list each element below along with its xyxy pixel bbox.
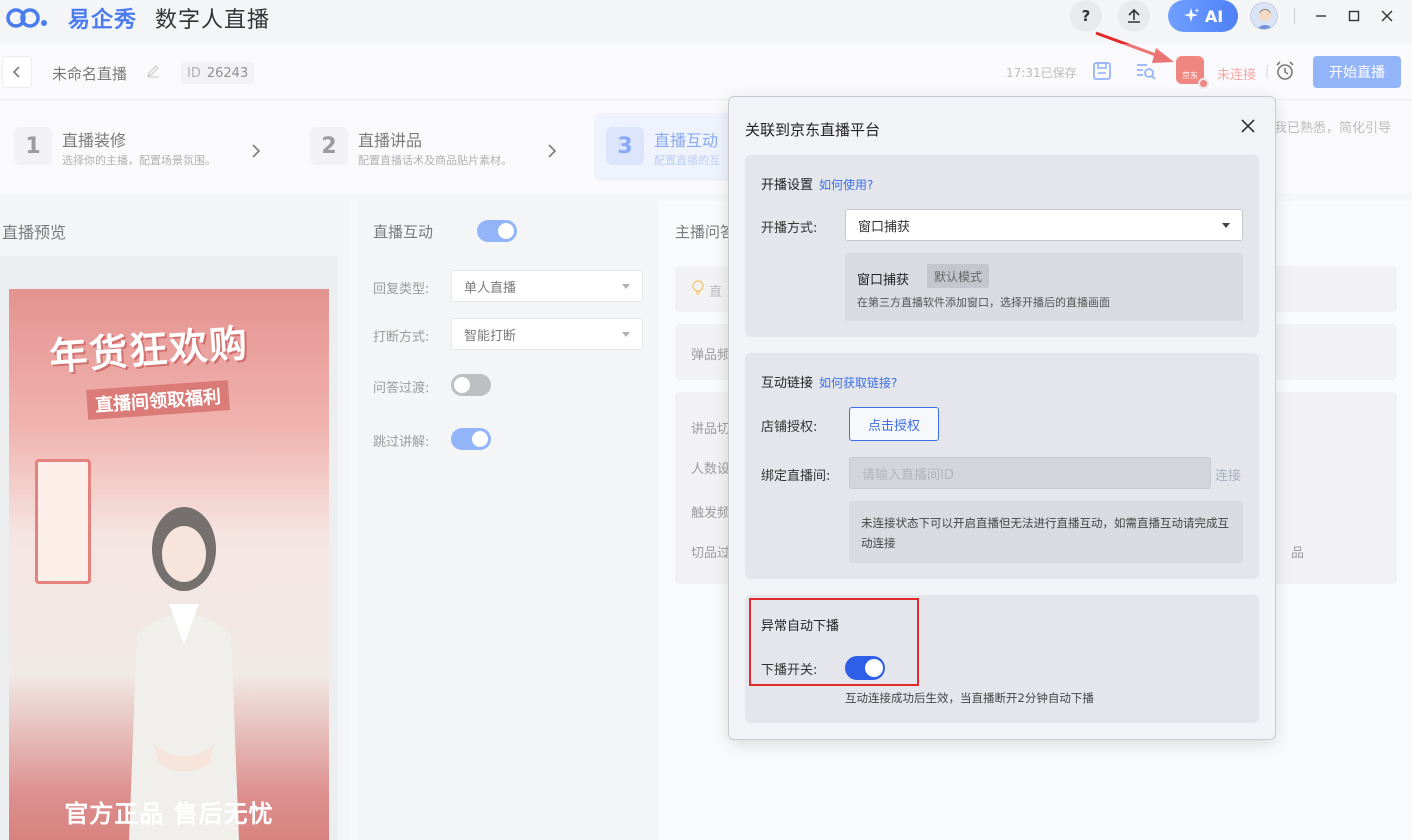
room-id-input[interactable]: 请输入直播间ID	[849, 457, 1211, 489]
upload-button[interactable]	[1118, 0, 1150, 32]
default-mode-tag: 默认模式	[927, 264, 990, 288]
product-name: 数字人直播	[155, 8, 271, 33]
section-heading: 开播设置 如何使用?	[761, 174, 873, 193]
interaction-link-heading: 互动链接	[761, 376, 814, 391]
app-logo: 易企秀 数字人直播	[6, 4, 271, 33]
highlight-frame	[749, 598, 919, 686]
mode-info-box: 窗口捕获 默认模式 在第三方直播软件添加窗口，选择开播后的直播画面	[845, 253, 1243, 321]
authorize-button[interactable]: 点击授权	[849, 407, 939, 441]
brand-logo-icon	[6, 8, 47, 28]
sparkle-icon	[1183, 8, 1200, 22]
how-to-get-link[interactable]: 如何获取链接?	[819, 376, 897, 390]
maximize-button[interactable]	[1343, 6, 1365, 26]
brand-name: 易企秀	[68, 8, 138, 33]
minimize-button[interactable]	[1310, 6, 1332, 26]
help-button[interactable]: ?	[1070, 0, 1102, 32]
shop-auth-label: 店铺授权:	[761, 420, 818, 435]
bind-room-label: 绑定直播间:	[761, 469, 831, 484]
ai-label: AI	[1204, 6, 1224, 26]
close-window-button[interactable]	[1376, 6, 1398, 26]
user-avatar[interactable]	[1250, 2, 1278, 30]
connect-button[interactable]: 连接	[1215, 465, 1241, 484]
minimize-icon	[1316, 15, 1326, 17]
interaction-link-section: 互动链接 如何获取链接? 店铺授权: 点击授权 绑定直播间: 请输入直播间ID 连…	[745, 353, 1259, 579]
chevron-down-icon	[1222, 223, 1230, 228]
upload-icon	[1128, 8, 1140, 23]
section-heading: 互动链接 如何获取链接?	[761, 372, 897, 391]
auto-offline-note: 互动连接成功后生效，当直播断开2分钟自动下播	[845, 691, 1094, 705]
close-icon[interactable]	[1239, 117, 1257, 135]
maximize-icon	[1348, 10, 1360, 22]
help-icon: ?	[1081, 7, 1091, 25]
how-to-use-link[interactable]: 如何使用?	[819, 178, 873, 192]
start-settings-section: 开播设置 如何使用? 开播方式: 窗口捕获 窗口捕获 默认模式 在第三方直播软件添…	[745, 155, 1259, 337]
mode-info-description: 在第三方直播软件添加窗口，选择开播后的直播画面	[857, 296, 1110, 309]
mode-info-name: 窗口捕获	[857, 273, 910, 288]
close-icon	[1381, 10, 1393, 22]
connection-warning: 未连接状态下可以开启直播但无法进行直播互动，如需直播互动请完成互动连接	[849, 501, 1243, 563]
start-mode-value: 窗口捕获	[858, 219, 911, 235]
title-bar: 易企秀 数字人直播 ? AI	[0, 0, 1412, 44]
ai-button[interactable]: AI	[1168, 0, 1238, 32]
start-mode-label: 开播方式:	[761, 221, 818, 236]
titlebar-divider	[1294, 8, 1295, 24]
start-settings-heading: 开播设置	[761, 178, 814, 193]
user-avatar-icon	[1256, 9, 1274, 29]
start-mode-select[interactable]: 窗口捕获	[845, 209, 1243, 241]
dialog-title: 关联到京东直播平台	[745, 121, 881, 139]
